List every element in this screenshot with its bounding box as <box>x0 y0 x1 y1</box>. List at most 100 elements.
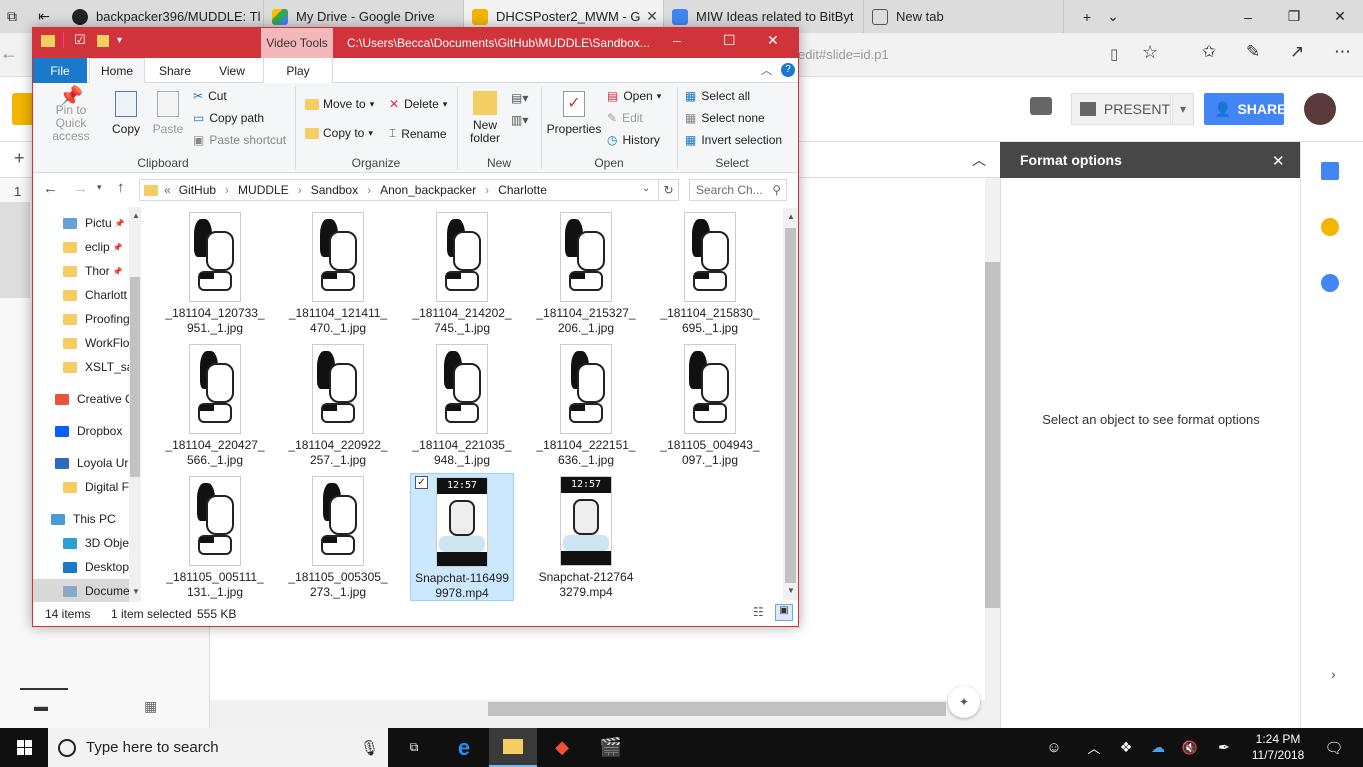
scrollbar-thumb[interactable] <box>785 228 796 583</box>
reading-view-icon[interactable]: ▯ <box>1110 45 1118 63</box>
taskbar-search-input[interactable]: Type here to search 🎙 <box>48 728 388 767</box>
properties-quick-icon[interactable]: ☑ <box>63 32 86 48</box>
nav-item[interactable]: This PC <box>33 507 141 531</box>
image-file-item[interactable]: _181104_214202_ 745._1.jpg <box>410 209 514 337</box>
address-dropdown-icon[interactable]: ⌄ <box>642 183 650 194</box>
cut-button[interactable]: ✂ Cut <box>193 89 227 103</box>
close-window-button[interactable]: ✕ <box>1317 0 1363 33</box>
nav-item[interactable]: Digital F <box>33 475 141 499</box>
breadcrumb-item[interactable]: GitHub <box>179 183 216 197</box>
image-file-item[interactable]: _181104_221035_ 948._1.jpg <box>410 341 514 469</box>
tasks-icon[interactable] <box>1321 274 1339 292</box>
nav-item[interactable]: Pictu 📌 <box>33 211 141 235</box>
nav-scrollbar[interactable]: ▲ ▼ <box>129 207 141 602</box>
scroll-down-icon[interactable]: ▼ <box>787 586 795 595</box>
history-button[interactable]: ◷ History <box>607 133 660 147</box>
file-list-scrollbar[interactable]: ▲ ▼ <box>783 208 798 600</box>
nav-item[interactable]: WorkFlo <box>33 331 141 355</box>
image-file-item[interactable]: _181104_121411_ 470._1.jpg <box>286 209 390 337</box>
comments-icon[interactable] <box>1030 97 1052 115</box>
scrollbar-thumb[interactable] <box>130 277 140 477</box>
copy-to-button[interactable]: Copy to ▾ <box>305 126 373 140</box>
nav-item[interactable]: 3D Obje <box>33 531 141 555</box>
video-editor-icon[interactable]: 🎬 <box>587 728 635 767</box>
slide-thumbnail[interactable] <box>0 202 30 298</box>
action-center-icon[interactable]: 🗨 <box>1310 728 1358 767</box>
overflow-chevron-icon[interactable]: « <box>164 183 171 197</box>
share-arrow-icon[interactable]: ↗ <box>1290 42 1304 62</box>
tab-play[interactable]: Play <box>263 58 333 83</box>
windows-start-icon[interactable] <box>0 728 48 767</box>
details-view-icon[interactable]: ☷ <box>753 605 764 619</box>
breadcrumb-item[interactable]: Anon_backpacker <box>380 183 476 197</box>
filmstrip-view-icon[interactable]: ▬ <box>34 698 48 714</box>
back-arrow-icon[interactable]: ← <box>0 43 24 67</box>
image-file-item[interactable]: _181104_215830_ 695._1.jpg <box>658 209 762 337</box>
recent-chevron-icon[interactable]: ▾ <box>97 182 102 193</box>
copy-path-button[interactable]: ▭ Copy path <box>193 111 264 125</box>
select-none-button[interactable]: ▦ Select none <box>685 111 765 125</box>
share-button[interactable]: 👤 SHARE <box>1204 93 1286 125</box>
pin-to-quick-access-button[interactable]: 📌 Pin to Quick access <box>39 87 103 143</box>
avatar[interactable] <box>1304 93 1336 125</box>
present-button[interactable]: PRESENT <box>1071 93 1171 125</box>
horizontal-scrollbar[interactable] <box>210 700 1000 718</box>
url-field[interactable]: edit#slide=id.p1 <box>790 39 1140 69</box>
scroll-up-icon[interactable]: ▲ <box>132 211 140 220</box>
tab-share[interactable]: Share <box>149 58 201 83</box>
invert-selection-button[interactable]: ▦ Invert selection <box>685 133 782 147</box>
image-file-item[interactable]: _181104_220922_ 257._1.jpg <box>286 341 390 469</box>
image-file-item[interactable]: _181105_004943_ 097._1.jpg <box>658 341 762 469</box>
keep-icon[interactable] <box>1321 218 1339 236</box>
copy-button[interactable]: Copy <box>109 91 143 136</box>
microphone-icon[interactable]: 🎙 <box>360 739 379 757</box>
nav-item[interactable]: Creative C <box>33 387 141 411</box>
paste-button[interactable]: Paste <box>149 91 187 136</box>
calendar-icon[interactable] <box>1321 162 1339 180</box>
tab-file[interactable]: File <box>33 58 87 83</box>
large-icons-view-icon[interactable]: ▣ <box>775 604 793 621</box>
pen-workspace-icon[interactable]: ✒ <box>1200 728 1248 767</box>
minimize-button[interactable]: – <box>673 32 681 48</box>
nav-item[interactable]: eclip 📌 <box>33 235 141 259</box>
nav-item[interactable]: XSLT_sa <box>33 355 141 379</box>
more-icon[interactable]: ⋯ <box>1334 42 1351 62</box>
new-folder-button[interactable]: New folder <box>463 91 507 145</box>
image-file-item[interactable]: _181105_005305_ 273._1.jpg <box>286 473 390 601</box>
expand-chevron-right-icon[interactable]: › <box>1331 666 1336 682</box>
edit-button[interactable]: ✎ Edit <box>607 111 643 125</box>
back-arrow-icon[interactable]: ← <box>43 180 58 197</box>
git-kraken-icon[interactable]: ◆ <box>538 728 586 767</box>
paste-shortcut-button[interactable]: ▣ Paste shortcut <box>193 133 286 147</box>
image-file-item[interactable]: _181105_005111_ 131._1.jpg <box>163 473 267 601</box>
new-folder-quick-icon[interactable] <box>97 35 109 47</box>
select-all-button[interactable]: ▦ Select all <box>685 89 750 103</box>
favorite-star-icon[interactable]: ☆ <box>1142 42 1158 63</box>
image-file-item[interactable]: _181104_220427_ 566._1.jpg <box>163 341 267 469</box>
video-file-item[interactable]: 12:57 Snapchat-212764 3279.mp4 <box>534 473 638 601</box>
tab-home[interactable]: Home <box>89 58 145 83</box>
scrollbar-thumb[interactable] <box>985 262 1000 608</box>
nav-item[interactable]: Docume <box>33 579 141 603</box>
edge-browser-icon[interactable]: e <box>440 728 488 767</box>
maximize-button[interactable]: ☐ <box>723 32 736 49</box>
easy-access-icon[interactable]: ▥▾ <box>511 113 528 127</box>
favorites-hub-icon[interactable]: ✩ <box>1202 42 1216 62</box>
vertical-scrollbar[interactable] <box>985 178 1000 700</box>
tab-view[interactable]: View <box>207 58 257 83</box>
up-arrow-icon[interactable]: ↑ <box>117 179 125 196</box>
scrollbar-thumb[interactable] <box>488 702 946 716</box>
restore-button[interactable]: ❐ <box>1271 0 1317 33</box>
tab-list-chevron-icon[interactable]: ⌄ <box>1090 0 1136 33</box>
task-view-icon[interactable]: ⧉ <box>390 728 438 767</box>
new-item-icon[interactable]: ▤▾ <box>511 91 528 105</box>
close-tab-icon[interactable]: ✕ <box>641 8 663 25</box>
open-button[interactable]: ▤ Open ▾ <box>607 89 661 103</box>
new-slide-icon[interactable]: + <box>14 148 25 169</box>
breadcrumb-item[interactable]: Sandbox <box>311 183 358 197</box>
nav-item[interactable]: Charlott <box>33 283 141 307</box>
move-to-button[interactable]: Move to ▾ <box>305 97 374 111</box>
qat-chevron-icon[interactable]: ▾ <box>117 35 122 46</box>
nav-item[interactable]: Dropbox <box>33 419 141 443</box>
video-file-item[interactable]: 12:57 ✓ Snapchat-116499 9978.mp4 <box>410 473 514 601</box>
